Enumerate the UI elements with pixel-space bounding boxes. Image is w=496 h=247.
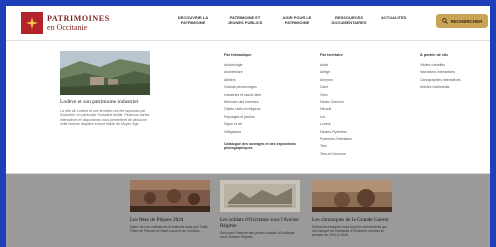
card-title: Les chroniques de la Grande Guerre [312, 217, 389, 223]
menu-link[interactable]: Cartographies interactives [420, 77, 461, 84]
card-image [312, 180, 392, 212]
nav-item-jeunes-publics[interactable]: PATRIMOINE ET JEUNES PUBLICS [225, 15, 265, 25]
menu-link[interactable]: Objets civils et religieux [224, 106, 304, 113]
featured-image [60, 51, 150, 95]
mega-menu: Lodève et son patrimoine industriel La v… [6, 41, 490, 174]
menu-link[interactable]: Aveyron [320, 77, 352, 84]
nav-item-ressources[interactable]: RESSOURCES DOCUMENTAIRES [329, 15, 369, 25]
article-card[interactable]: Les chroniques de la Grande Guerre Retro… [312, 180, 392, 238]
nav-item-actualites[interactable]: ACTUALITÉS [381, 15, 406, 25]
region-logo[interactable] [21, 12, 43, 34]
page: PATRIMOINES en Occitanie DÉCOUVRIR LA PA… [6, 6, 490, 247]
featured-title: Lodève et son patrimoine industriel [60, 99, 139, 105]
menu-link[interactable]: Narrations interactives [420, 69, 461, 76]
menu-column-territoire: Par territoire Aude Ariège Aveyron Gard … [320, 53, 352, 158]
menu-link[interactable]: Lot [320, 114, 352, 121]
search-icon [441, 18, 448, 24]
card-image [220, 180, 300, 212]
nav-item-agir[interactable]: AGIR POUR LE PATRIMOINE [277, 15, 317, 25]
menu-link[interactable]: Tarn-et-Garonne [320, 151, 352, 158]
featured-article[interactable]: Lodève et son patrimoine industriel La v… [60, 51, 150, 126]
column-title: Par thématique [224, 53, 252, 57]
menu-link[interactable]: Visites virtuelles [420, 62, 461, 69]
menu-link[interactable]: Hautes-Pyrénées [320, 129, 352, 136]
brand-line-2: en Occitanie [47, 23, 88, 32]
article-cards: Les fêtes de Pâques 2024 Dates de nos an… [6, 174, 490, 247]
card-description: Retrouvez marquer mois tous les événemen… [312, 225, 387, 238]
site-brand[interactable]: PATRIMOINES en Occitanie [47, 14, 110, 32]
menu-link[interactable]: Aude [320, 62, 352, 69]
menu-link[interactable]: Lozère [320, 121, 352, 128]
menu-column-thematique: Par thématique Archéologie Architecture … [224, 53, 304, 151]
card-description: Découvrir l'histoire des jeunes soldats … [220, 231, 295, 240]
article-card[interactable]: Les fêtes de Pâques 2024 Dates de nos an… [130, 180, 210, 233]
menu-link[interactable]: Pyrénées-Orientales [320, 136, 352, 143]
menu-link[interactable]: Industries et savoir-faire [224, 92, 304, 99]
menu-link[interactable]: Hérault [320, 106, 352, 113]
menu-link[interactable]: Mémoire des hommes [224, 99, 304, 106]
menu-link[interactable]: Villégiature [224, 129, 304, 136]
menu-link[interactable]: Tarn [320, 143, 352, 150]
main-nav: DÉCOUVRIR LA PATRIMOINE PATRIMOINE ET JE… [173, 15, 418, 25]
catalogue-link[interactable]: Catalogue des ouvrages et des exposition… [224, 142, 304, 151]
column-title: Par territoire [320, 53, 343, 57]
menu-link[interactable]: Paysages et jardins [224, 114, 304, 121]
menu-link[interactable]: Ariège [320, 69, 352, 76]
menu-link[interactable]: Ateliers [224, 77, 304, 84]
occitan-cross-icon [26, 17, 38, 29]
card-image [130, 180, 210, 212]
menu-link[interactable]: Grands personnages [224, 84, 304, 91]
menu-link[interactable]: Articles multimédia [420, 84, 461, 91]
nav-item-decouvrir[interactable]: DÉCOUVRIR LA PATRIMOINE [173, 15, 213, 25]
menu-column-clic: À portée de clic Visites virtuelles Narr… [420, 53, 461, 92]
menu-link[interactable]: Gers [320, 92, 352, 99]
menu-link[interactable]: Archéologie [224, 62, 304, 69]
featured-description: La ville de Lodève et son territoire ont… [60, 109, 150, 126]
card-title: Les soldats d'Occitanie sous l'Ancien Ré… [220, 217, 299, 229]
card-title: Les fêtes de Pâques 2024 [130, 217, 184, 223]
search-button-label: RECHERCHER [450, 18, 483, 24]
column-title: À portée de clic [420, 53, 449, 57]
search-button[interactable]: RECHERCHER [436, 14, 488, 28]
menu-link[interactable]: Haute-Garonne [320, 99, 352, 106]
site-header: PATRIMOINES en Occitanie DÉCOUVRIR LA PA… [6, 6, 490, 40]
menu-link[interactable]: Architecture [224, 69, 304, 76]
menu-link[interactable]: Gard [320, 84, 352, 91]
menu-link[interactable]: Signe et art [224, 121, 304, 128]
article-card[interactable]: Les soldats d'Occitanie sous l'Ancien Ré… [220, 180, 300, 239]
brand-line-1: PATRIMOINES [47, 14, 110, 23]
card-description: Dates de nos animations et festivals ain… [130, 225, 209, 234]
